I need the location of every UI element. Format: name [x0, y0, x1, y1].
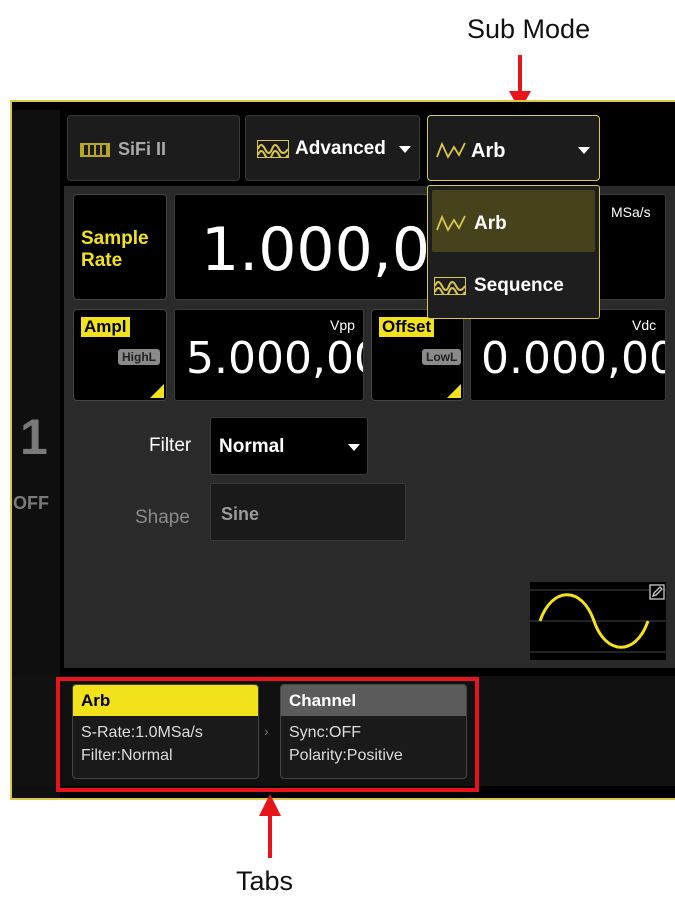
filter-label: Filter — [149, 435, 192, 456]
submode-menu-item-sequence[interactable]: Sequence — [432, 258, 595, 314]
submode-menu: Arb Sequence — [427, 185, 600, 319]
shape-label: Shape — [135, 507, 190, 528]
filter-dropdown[interactable]: Normal — [210, 417, 368, 475]
arb-wave-icon — [436, 214, 466, 232]
filter-value: Normal — [219, 436, 285, 457]
channel-state: OFF — [13, 493, 49, 513]
chevron-down-icon — [578, 147, 590, 154]
sample-rate-label-line1: Sample — [81, 228, 149, 249]
chevron-down-icon — [348, 444, 360, 451]
offset-unit: Vdc — [632, 317, 657, 333]
corner-indicator-icon — [150, 384, 164, 398]
sample-rate-softkey[interactable]: Sample Rate — [73, 194, 167, 300]
submode-menu-item-label: Sequence — [474, 275, 564, 296]
sub-mode-annotation-label: Sub Mode — [467, 14, 591, 44]
tabs-arrow — [259, 794, 281, 858]
amplitude-field[interactable]: 5.000,00 Vpp — [174, 309, 364, 401]
waveform-preview[interactable] — [530, 582, 666, 660]
corner-indicator-icon — [447, 384, 461, 398]
sifi-icon — [80, 143, 110, 157]
offset-field[interactable]: 0.000,00 Vdc — [470, 309, 666, 401]
offset-label: Offset — [379, 317, 435, 337]
sequence-wave-icon — [434, 277, 466, 295]
shape-field[interactable]: Sine — [210, 483, 406, 541]
offset-limit-badge: LowL — [422, 349, 462, 365]
shape-value: Sine — [221, 504, 260, 524]
submode-menu-item-label: Arb — [474, 213, 507, 234]
sine-wave-preview — [530, 589, 666, 653]
chevron-down-icon — [399, 146, 411, 153]
tabs-highlight-box — [56, 677, 479, 792]
submode-label: Arb — [471, 140, 506, 162]
submode-menu-item-arb[interactable]: Arb — [432, 190, 595, 252]
offset-value: 0.000,00 — [481, 333, 666, 384]
sample-rate-label-line2: Rate — [81, 250, 123, 271]
amplitude-unit: Vpp — [330, 317, 355, 333]
sample-rate-unit: MSa/s — [611, 204, 651, 220]
submode-dropdown[interactable]: Arb — [427, 115, 600, 181]
tabs-annotation-label: Tabs — [236, 866, 294, 896]
amplitude-softkey[interactable]: Ampl HighL — [73, 309, 167, 401]
sifi-button[interactable]: SiFi II — [67, 115, 240, 181]
sifi-label: SiFi II — [118, 139, 167, 159]
amplitude-limit-badge: HighL — [118, 349, 160, 365]
amplitude-value: 5.000,00 — [186, 333, 364, 384]
channel-number: 1 — [20, 409, 48, 465]
advanced-wave-icon — [257, 140, 289, 158]
mode-dropdown[interactable]: Advanced — [245, 115, 420, 181]
edit-icon[interactable] — [649, 584, 665, 600]
offset-softkey[interactable]: Offset LowL — [371, 309, 464, 401]
amplitude-label: Ampl — [81, 317, 130, 337]
mode-label: Advanced — [295, 138, 386, 159]
arb-wave-icon — [436, 141, 466, 159]
